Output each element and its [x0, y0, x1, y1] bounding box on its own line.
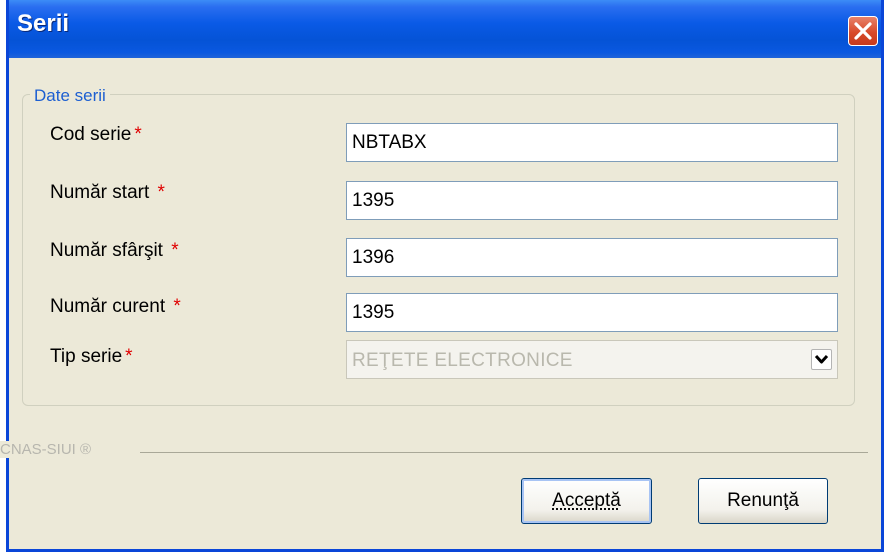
cod-serie-label: Cod serie * [50, 124, 142, 145]
tip-serie-label: Tip serie * [50, 346, 133, 367]
numar-curent-label: Număr curent * [50, 296, 181, 317]
group-legend: Date serii [30, 86, 110, 106]
cancel-button-label: Renunţă [727, 490, 799, 511]
tip-serie-value: REŢETE ELECTRONICE [352, 350, 573, 371]
required-marker: * [171, 240, 179, 261]
numar-sfarsit-label: Număr sfârşit * [50, 240, 179, 261]
required-marker: * [157, 182, 165, 203]
numar-sfarsit-input[interactable] [346, 238, 838, 277]
title-bar[interactable]: Serii [9, 0, 881, 58]
window-title: Serii [17, 10, 70, 37]
footer-divider [140, 452, 868, 453]
cancel-button[interactable]: Renunţă [698, 478, 828, 524]
close-icon [854, 22, 872, 40]
close-button[interactable] [848, 16, 878, 46]
footer-brand: CNAS-SIUI ® [0, 441, 98, 458]
numar-curent-input[interactable] [346, 293, 838, 332]
tip-serie-select[interactable]: REŢETE ELECTRONICE [346, 340, 838, 379]
numar-start-label: Număr start * [50, 182, 165, 203]
accept-button-label: Acceptă [552, 490, 621, 511]
required-marker: * [173, 296, 181, 317]
required-marker: * [134, 124, 142, 145]
accept-button[interactable]: Acceptă [521, 478, 652, 524]
chevron-down-icon [814, 354, 829, 364]
cod-serie-input[interactable] [346, 123, 838, 162]
required-marker: * [125, 346, 133, 367]
numar-start-input[interactable] [346, 181, 838, 220]
dropdown-button[interactable] [811, 349, 832, 370]
